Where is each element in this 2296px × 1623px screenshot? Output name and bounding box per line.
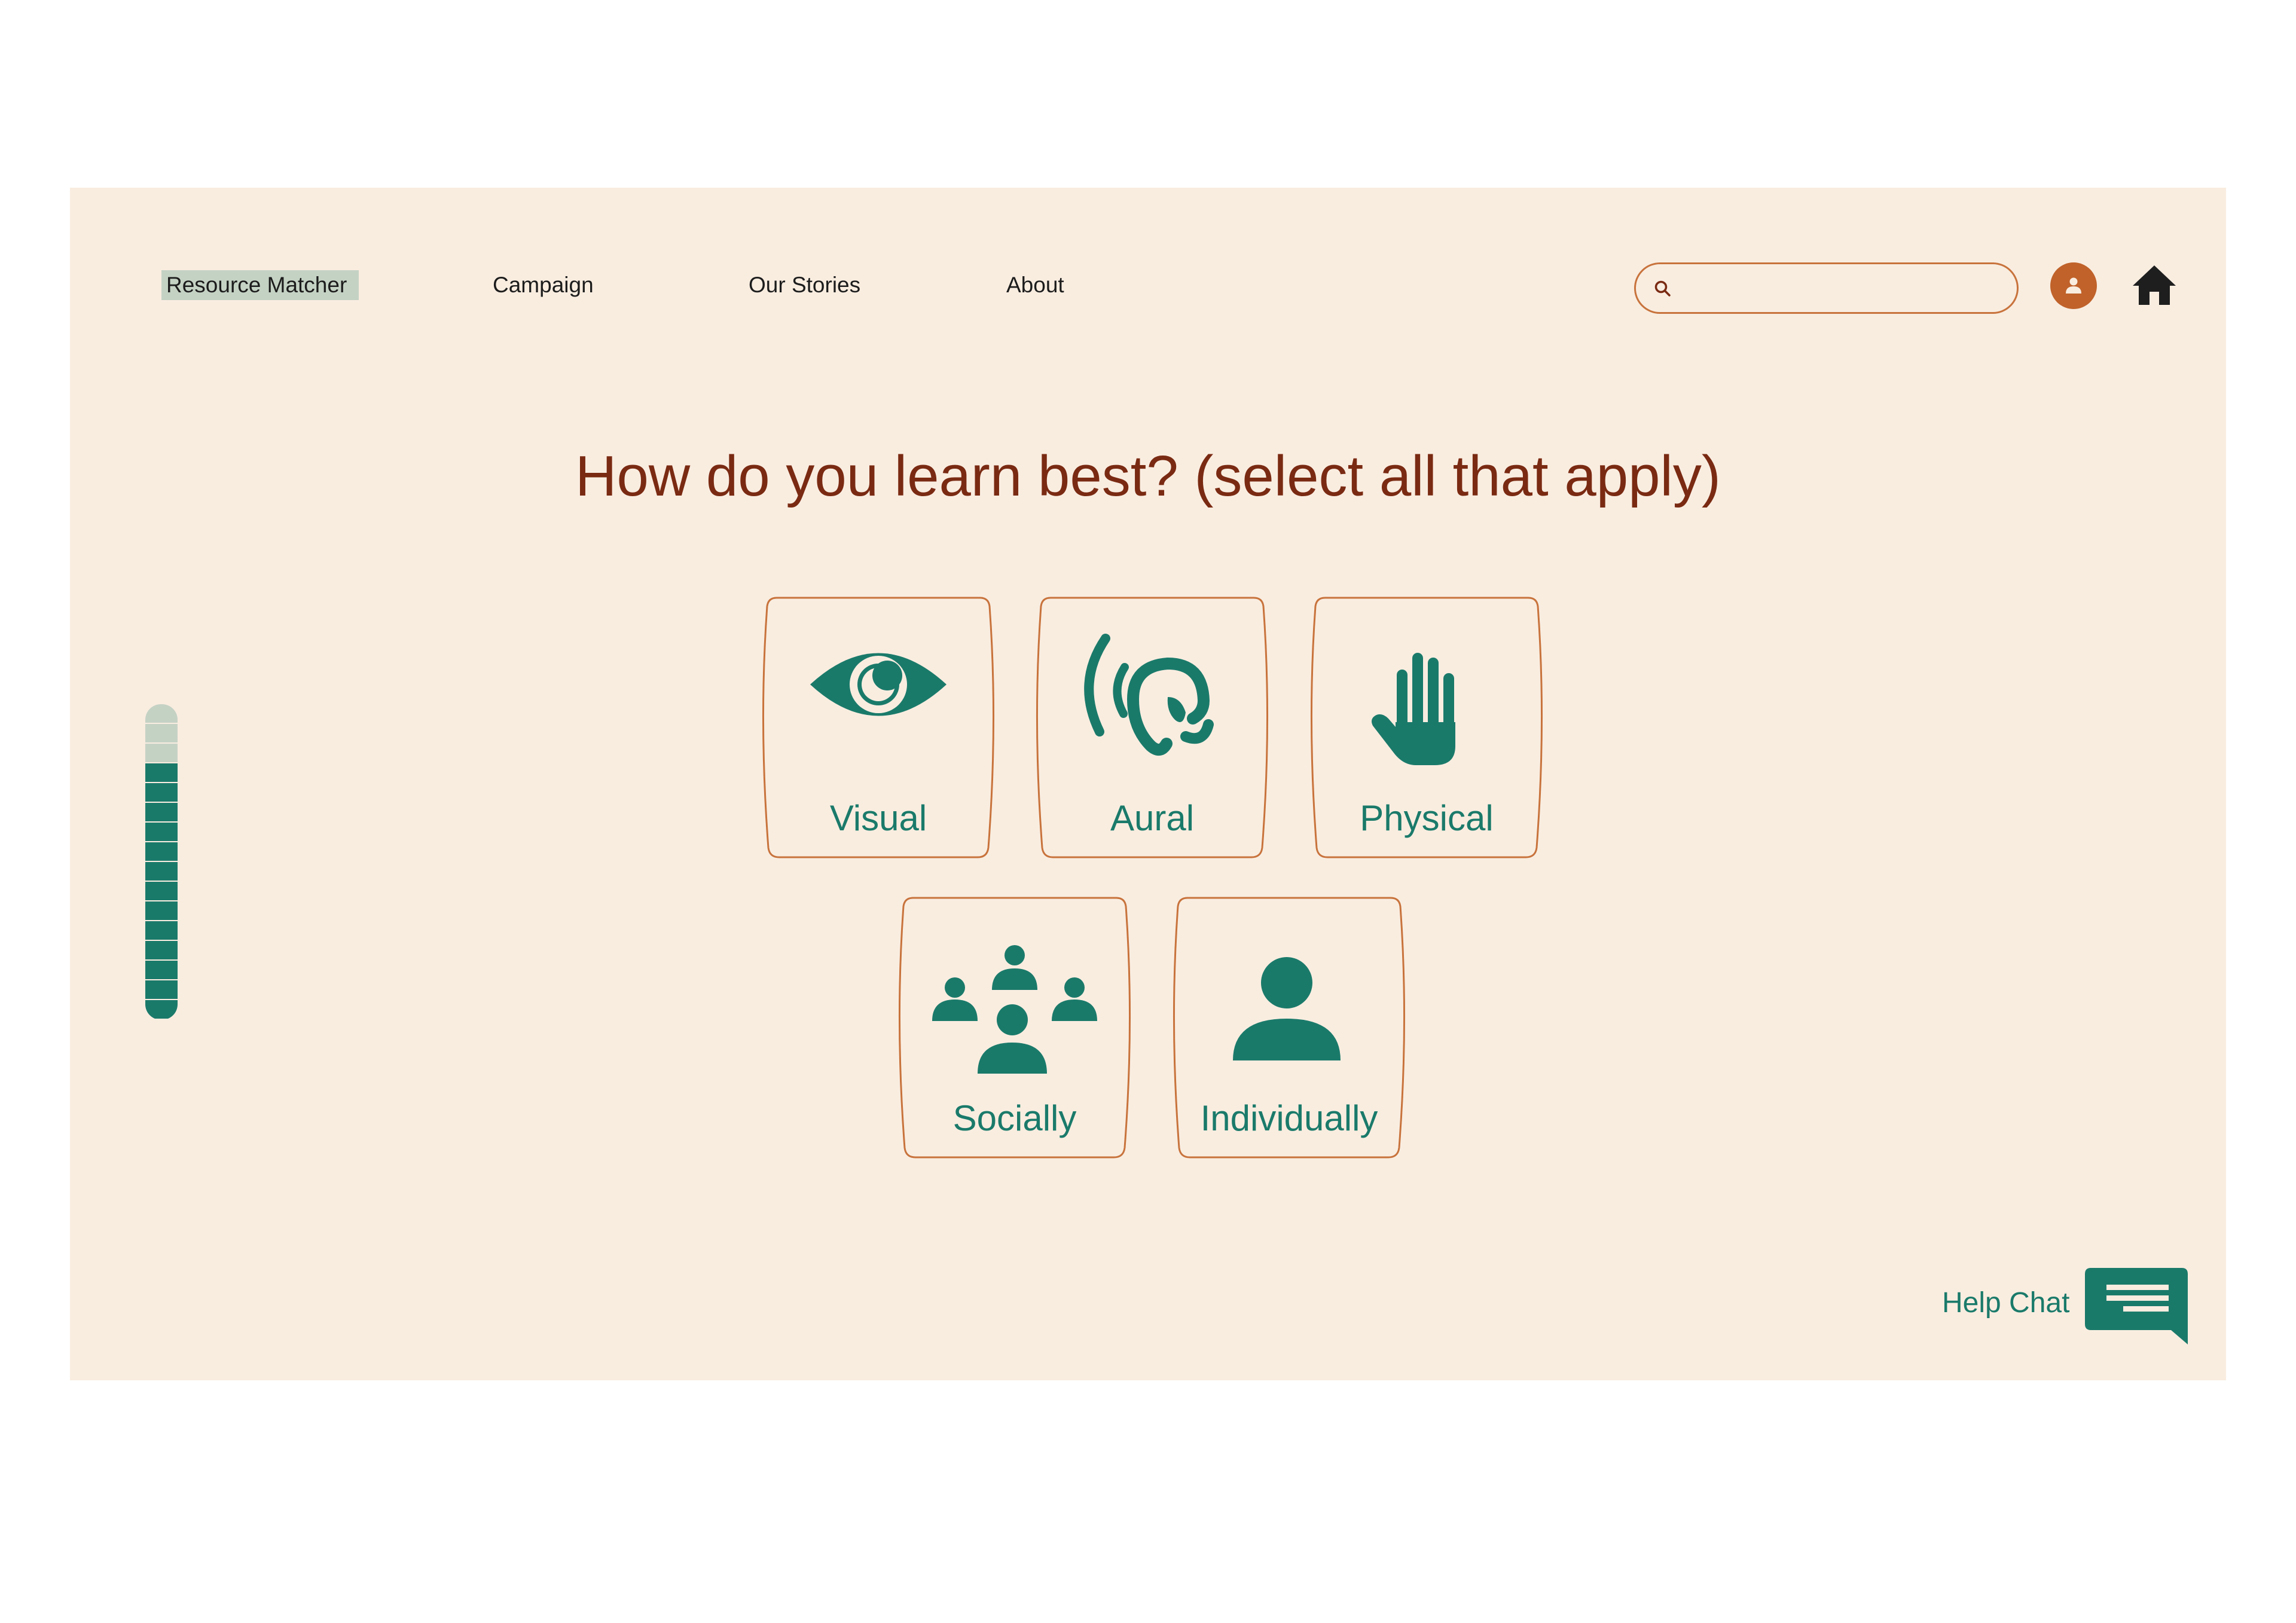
progress-segment-filled — [145, 980, 178, 999]
option-label: Aural — [1110, 798, 1195, 838]
progress-segment-filled — [145, 763, 178, 782]
app-frame: Resource Matcher Campaign Our Stories Ab… — [70, 188, 2226, 1380]
hand-icon — [1372, 653, 1455, 765]
progress-segment-empty — [145, 744, 178, 762]
person-icon — [1233, 957, 1341, 1060]
option-label: Visual — [829, 798, 927, 838]
home-icon[interactable] — [2132, 264, 2177, 306]
progress-segment-filled — [145, 961, 178, 979]
search-icon — [1654, 280, 1671, 297]
nav-our-stories[interactable]: Our Stories — [749, 270, 860, 300]
nav-campaign[interactable]: Campaign — [493, 270, 594, 300]
chat-bubble-icon[interactable] — [2084, 1267, 2189, 1346]
nav-resource-matcher[interactable]: Resource Matcher — [161, 270, 359, 300]
progress-segment-filled — [145, 862, 178, 881]
search-box[interactable] — [1634, 262, 2019, 314]
option-card-visual[interactable]: Visual — [761, 597, 996, 858]
option-card-individually[interactable]: Individually — [1172, 897, 1406, 1159]
option-card-aural[interactable]: Aural — [1035, 597, 1269, 858]
user-icon — [2066, 277, 2081, 294]
progress-segment-filled — [145, 842, 178, 861]
progress-meter — [145, 704, 178, 1019]
progress-segment-filled — [145, 921, 178, 940]
progress-segment-filled — [145, 783, 178, 802]
group-icon — [932, 945, 1097, 1074]
option-label: Socially — [952, 1098, 1077, 1138]
option-card-socially[interactable]: Socially — [897, 897, 1132, 1159]
progress-segment-empty — [145, 704, 178, 723]
progress-segment-filled — [145, 803, 178, 821]
progress-segment-filled — [145, 901, 178, 920]
nav-about[interactable]: About — [1006, 270, 1064, 300]
question-title: How do you learn best? (select all that … — [575, 444, 1721, 508]
progress-segment-filled — [145, 941, 178, 959]
ear-icon — [1084, 634, 1214, 756]
progress-segment-filled — [145, 823, 178, 841]
help-chat-label[interactable]: Help Chat — [1942, 1286, 2069, 1319]
progress-segment-filled — [145, 1000, 178, 1019]
option-card-physical[interactable]: Physical — [1309, 597, 1544, 858]
option-label: Individually — [1200, 1098, 1378, 1138]
eye-icon — [810, 653, 947, 716]
progress-segment-empty — [145, 724, 178, 742]
progress-segment-filled — [145, 882, 178, 900]
avatar[interactable] — [2050, 262, 2097, 309]
option-label: Physical — [1360, 798, 1494, 838]
search-input[interactable] — [1684, 271, 2003, 306]
